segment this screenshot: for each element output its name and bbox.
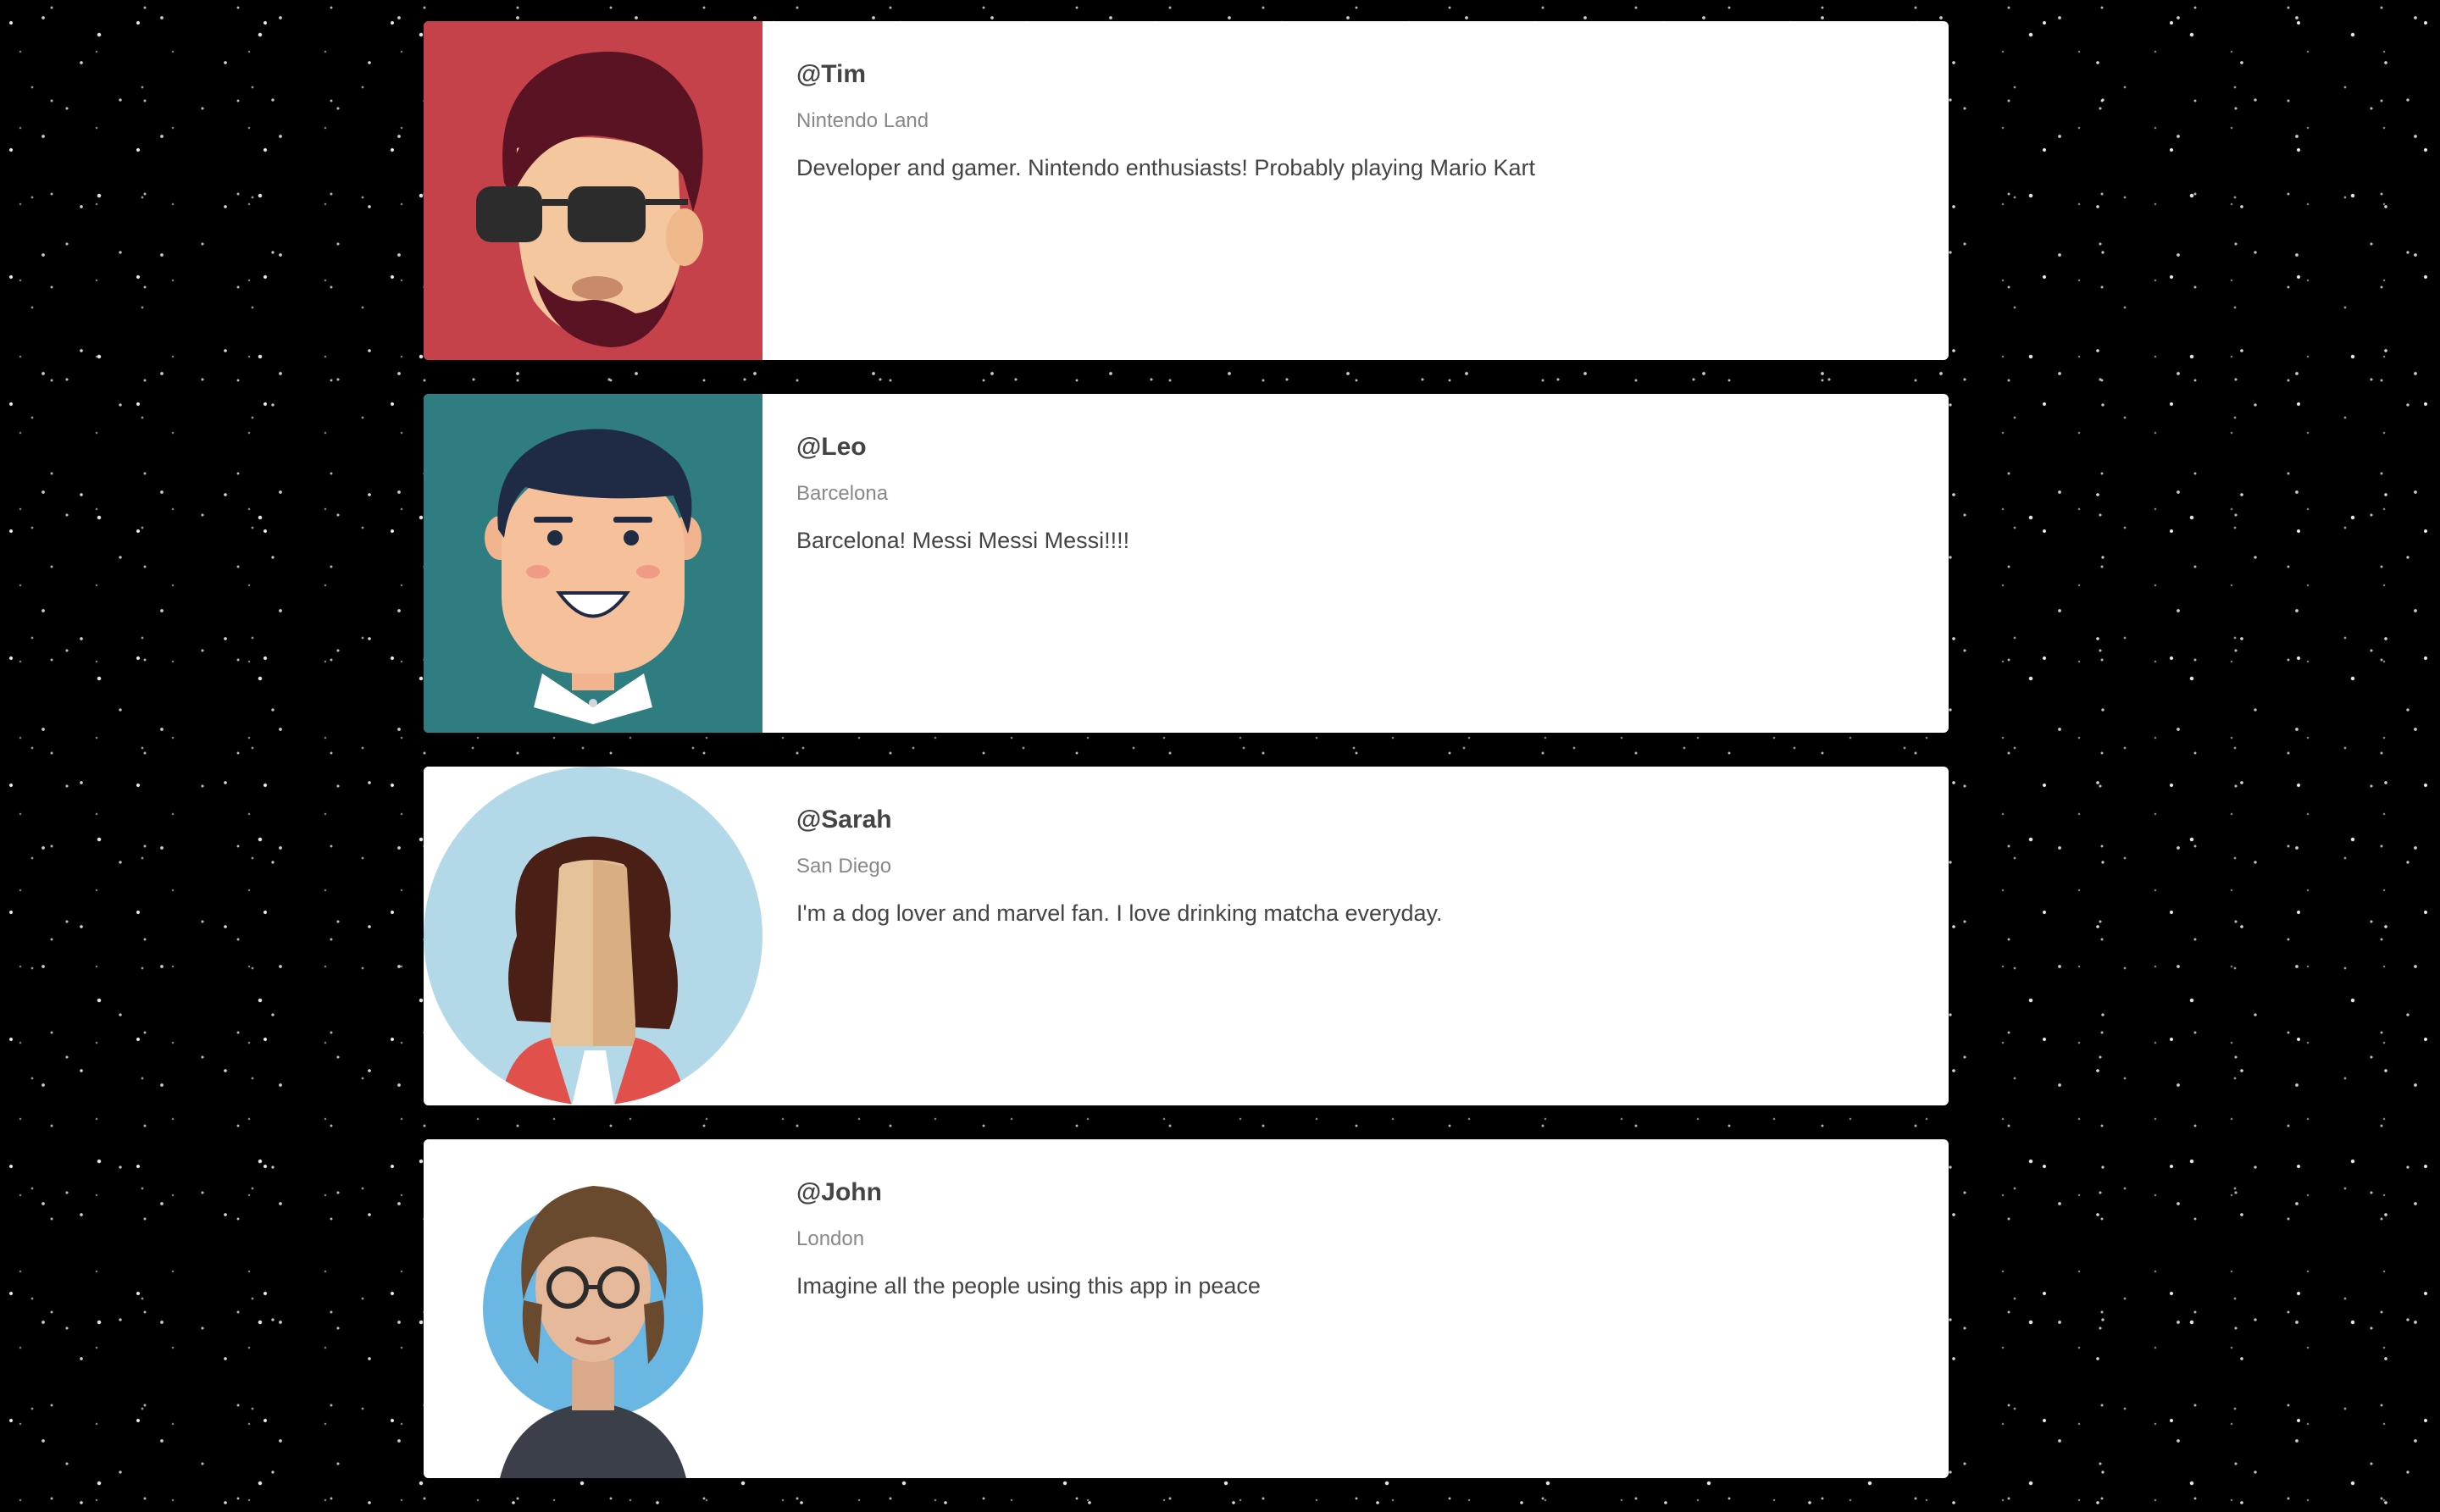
profile-card[interactable]: @Tim Nintendo Land Developer and gamer. …: [424, 21, 1949, 360]
profile-location: London: [796, 1227, 865, 1250]
profile-location: Nintendo Land: [796, 109, 929, 132]
profile-bio: Barcelona! Messi Messi Messi!!!!: [796, 528, 1130, 553]
profile-handle[interactable]: @Leo: [796, 433, 1129, 462]
profile-info: @Sarah San Diego I'm a dog lover and mar…: [762, 767, 1477, 1105]
bearded-man-sunglasses-avatar-icon: [424, 21, 762, 360]
profile-handle[interactable]: @Tim: [796, 60, 1535, 89]
profile-card[interactable]: @John London Imagine all the people usin…: [424, 1139, 1949, 1478]
profile-handle[interactable]: @Sarah: [796, 806, 1443, 834]
profile-card[interactable]: @Leo Barcelona Barcelona! Messi Messi Me…: [424, 394, 1949, 733]
profile-feed: @Tim Nintendo Land Developer and gamer. …: [424, 21, 1949, 1512]
man-round-glasses-avatar-icon: [424, 1139, 762, 1478]
woman-long-hair-avatar-icon: [424, 767, 762, 1105]
profile-bio: Developer and gamer. Nintendo enthusiast…: [796, 155, 1535, 180]
profile-info: @Tim Nintendo Land Developer and gamer. …: [762, 21, 1569, 360]
profile-handle[interactable]: @John: [796, 1178, 1261, 1207]
profile-info: @Leo Barcelona Barcelona! Messi Messi Me…: [762, 394, 1163, 733]
smiling-boy-avatar-icon: [424, 394, 762, 733]
profile-location: Barcelona: [796, 482, 889, 505]
profile-bio: Imagine all the people using this app in…: [796, 1273, 1261, 1299]
profile-bio: I'm a dog lover and marvel fan. I love d…: [796, 900, 1443, 926]
profile-location: San Diego: [796, 855, 892, 878]
profile-card[interactable]: @Sarah San Diego I'm a dog lover and mar…: [424, 767, 1949, 1105]
profile-info: @John London Imagine all the people usin…: [762, 1139, 1295, 1478]
